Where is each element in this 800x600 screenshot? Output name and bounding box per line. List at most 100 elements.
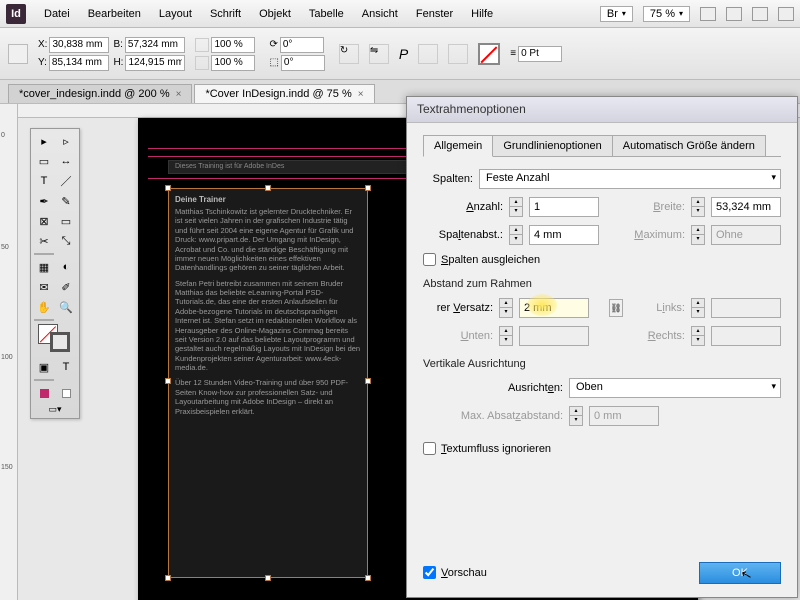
apply-none-icon[interactable] <box>56 384 76 402</box>
inset-bottom-label: Unten: <box>423 330 493 342</box>
link-insets-icon[interactable]: ⛓ <box>609 299 623 317</box>
frame-handle[interactable] <box>365 185 371 191</box>
menu-datei[interactable]: Datei <box>36 4 78 24</box>
inset-top-spinner[interactable]: ▴▾ <box>499 298 513 318</box>
close-icon[interactable]: × <box>358 89 364 100</box>
eyedropper-tool[interactable]: ✐ <box>56 278 76 296</box>
scale-group <box>195 37 259 71</box>
count-field[interactable] <box>529 197 599 217</box>
preview-checkbox[interactable] <box>423 566 436 579</box>
flip-icon[interactable]: ⇋ <box>369 44 389 64</box>
gradient-feather-tool[interactable]: ◐ <box>56 258 76 276</box>
view-toggle-2-icon[interactable] <box>726 7 742 21</box>
direct-selection-tool[interactable]: ▹ <box>56 132 76 150</box>
close-icon[interactable]: × <box>176 89 182 100</box>
fill-swatch[interactable] <box>478 43 500 65</box>
gradient-tool[interactable]: ▦ <box>34 258 54 276</box>
scale-x-icon <box>195 38 209 52</box>
w-field[interactable] <box>125 37 185 53</box>
selection-tool[interactable]: ▸ <box>34 132 54 150</box>
reference-point-icon[interactable] <box>8 44 28 64</box>
pen-tool[interactable]: ✒ <box>34 192 54 210</box>
separator <box>34 253 54 255</box>
scale-x-field[interactable] <box>211 37 255 53</box>
dialog-title: Textrahmenoptionen <box>407 97 797 123</box>
note-tool[interactable]: ✉ <box>34 278 54 296</box>
page-tool[interactable]: ▭ <box>34 152 54 170</box>
inset-top-field[interactable] <box>519 298 589 318</box>
shear-field[interactable] <box>281 55 325 71</box>
tab-baseline[interactable]: Grundlinienoptionen <box>492 135 612 156</box>
inset-top-label: rer Versatz: <box>423 302 493 314</box>
menu-objekt[interactable]: Objekt <box>251 4 299 24</box>
hand-tool[interactable]: ✋ <box>34 298 54 316</box>
stroke-weight[interactable] <box>518 46 562 62</box>
frame-handle[interactable] <box>165 378 171 384</box>
tab-autosize[interactable]: Automatisch Größe ändern <box>612 135 766 156</box>
menu-hilfe[interactable]: Hilfe <box>463 4 501 24</box>
align-select[interactable]: Oben <box>569 378 781 398</box>
line-tool[interactable]: ／ <box>56 172 76 190</box>
menu-layout[interactable]: Layout <box>151 4 200 24</box>
width-spinner[interactable]: ▴▾ <box>691 197 705 217</box>
width-field[interactable] <box>711 197 781 217</box>
fill-stroke-icon[interactable] <box>34 324 76 356</box>
frame-handle[interactable] <box>165 185 171 191</box>
columns-type-select[interactable]: Feste Anzahl <box>479 169 781 189</box>
view-mode-icon[interactable]: ▭▾ <box>34 404 76 415</box>
h-field[interactable] <box>125 55 185 71</box>
rotate-cw-icon[interactable]: ↻ <box>339 44 359 64</box>
para-spacing-label: Max. Absatzabstand: <box>423 410 563 422</box>
gutter-label: Spaltenabst.: <box>423 229 503 241</box>
formatting-container-icon[interactable]: ▣ <box>34 358 54 376</box>
view-toggle-1-icon[interactable] <box>700 7 716 21</box>
arrange-icon[interactable] <box>752 7 768 21</box>
screen-mode-icon[interactable] <box>778 7 794 21</box>
columns-label: Spalten: <box>423 173 473 185</box>
gap-tool[interactable]: ↔ <box>56 152 76 170</box>
scale-y-field[interactable] <box>211 55 255 71</box>
frame-handle[interactable] <box>165 575 171 581</box>
bridge-button[interactable]: Br▾ <box>600 6 633 22</box>
ignore-wrap-checkbox[interactable] <box>423 442 436 455</box>
frame-handle[interactable] <box>265 575 271 581</box>
ok-button[interactable]: OK ↖ <box>699 562 781 584</box>
pencil-tool[interactable]: ✎ <box>56 192 76 210</box>
frame-handle[interactable] <box>365 378 371 384</box>
scissors-tool[interactable]: ✂ <box>34 232 54 250</box>
gutter-spinner[interactable]: ▴▾ <box>509 225 523 245</box>
x-field[interactable] <box>49 37 109 53</box>
doc-tab-1[interactable]: *Cover InDesign.indd @ 75 %× <box>194 84 374 103</box>
count-spinner[interactable]: ▴▾ <box>509 197 523 217</box>
zoom-level[interactable]: 75 %▾ <box>643 6 690 22</box>
gutter-field[interactable] <box>529 225 599 245</box>
rectangle-tool[interactable]: ▭ <box>56 212 76 230</box>
menu-tabelle[interactable]: Tabelle <box>301 4 352 24</box>
doc-tab-0[interactable]: *cover_indesign.indd @ 200 %× <box>8 84 192 103</box>
frame-handle[interactable] <box>365 575 371 581</box>
paragraph: Matthias Tschinkowitz ist gelernter Druc… <box>175 207 361 273</box>
menu-bearbeiten[interactable]: Bearbeiten <box>80 4 149 24</box>
align-icon[interactable] <box>418 44 438 64</box>
frame-handle[interactable] <box>265 185 271 191</box>
tab-general[interactable]: Allgemein <box>423 135 493 157</box>
maximum-label: Maximum: <box>625 229 685 241</box>
apply-color-icon[interactable] <box>34 384 54 402</box>
zoom-tool[interactable]: 🔍 <box>56 298 76 316</box>
transform-tool[interactable]: ⤡ <box>56 232 76 250</box>
app-icon: Id <box>6 4 26 24</box>
type-tool[interactable]: T <box>34 172 54 190</box>
menu-schrift[interactable]: Schrift <box>202 4 249 24</box>
text-frame-selected[interactable]: Deine Trainer Matthias Tschinkowitz ist … <box>168 188 368 578</box>
balance-columns-checkbox[interactable] <box>423 253 436 266</box>
y-field[interactable] <box>49 55 109 71</box>
menu-fenster[interactable]: Fenster <box>408 4 461 24</box>
separator <box>34 379 54 381</box>
inset-right-field <box>711 326 781 346</box>
rotate-field[interactable] <box>280 37 324 53</box>
rectangle-frame-tool[interactable]: ⊠ <box>34 212 54 230</box>
inset-left-label: Links: <box>631 302 685 314</box>
distribute-icon[interactable] <box>448 44 468 64</box>
formatting-text-icon[interactable]: T <box>56 358 76 376</box>
menu-ansicht[interactable]: Ansicht <box>354 4 406 24</box>
